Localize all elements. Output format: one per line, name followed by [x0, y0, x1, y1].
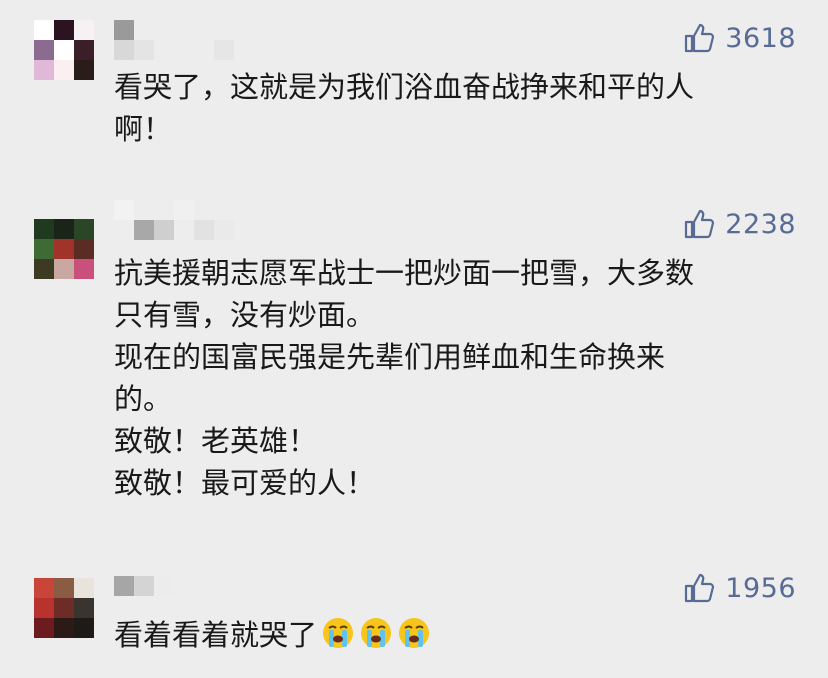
comment-line: 看哭了，这就是为我们浴血奋战挣来和平的人	[114, 70, 695, 104]
comment-line-text: 看着看着就哭了	[114, 618, 318, 652]
nickname-blurred[interactable]	[114, 576, 234, 616]
avatar[interactable]	[34, 219, 94, 279]
like-count: 3618	[725, 22, 796, 54]
comment-line: 啊！	[114, 112, 173, 146]
loudly-crying-face-emoji	[361, 618, 392, 648]
avatar[interactable]	[34, 20, 94, 80]
comment-line: 抗美援朝志愿军战士一把炒面一把雪，大多数	[114, 256, 695, 290]
like-button[interactable]: 3618	[683, 22, 796, 54]
comment-line: 现在的国富民强是先辈们用鲜血和生命换来	[114, 340, 666, 374]
nickname-blurred[interactable]	[114, 200, 234, 240]
comment-line: 的。	[114, 382, 173, 416]
comment-line: 看着看着就哭了	[114, 614, 804, 656]
comment-line: 致敬！老英雄！	[114, 424, 318, 458]
loudly-crying-face-emoji	[399, 618, 430, 648]
avatar[interactable]	[34, 578, 94, 638]
comment-text: 看着看着就哭了	[114, 614, 804, 656]
like-button[interactable]: 1956	[683, 572, 796, 604]
comment-text: 抗美援朝志愿军战士一把炒面一把雪，大多数 只有雪，没有炒面。 现在的国富民强是先…	[114, 252, 804, 504]
thumbs-up-icon	[685, 573, 715, 603]
thumbs-up-icon	[685, 23, 715, 53]
like-count: 1956	[725, 572, 796, 604]
comment-line: 致敬！最可爱的人！	[114, 466, 376, 500]
like-button[interactable]: 2238	[683, 208, 796, 240]
thumbs-up-icon	[685, 209, 715, 239]
comment-line: 只有雪，没有炒面。	[114, 298, 376, 332]
comment-text: 看哭了，这就是为我们浴血奋战挣来和平的人 啊！	[114, 66, 804, 150]
loudly-crying-face-emoji	[323, 618, 354, 648]
like-count: 2238	[725, 208, 796, 240]
nickname-blurred[interactable]	[114, 20, 234, 60]
